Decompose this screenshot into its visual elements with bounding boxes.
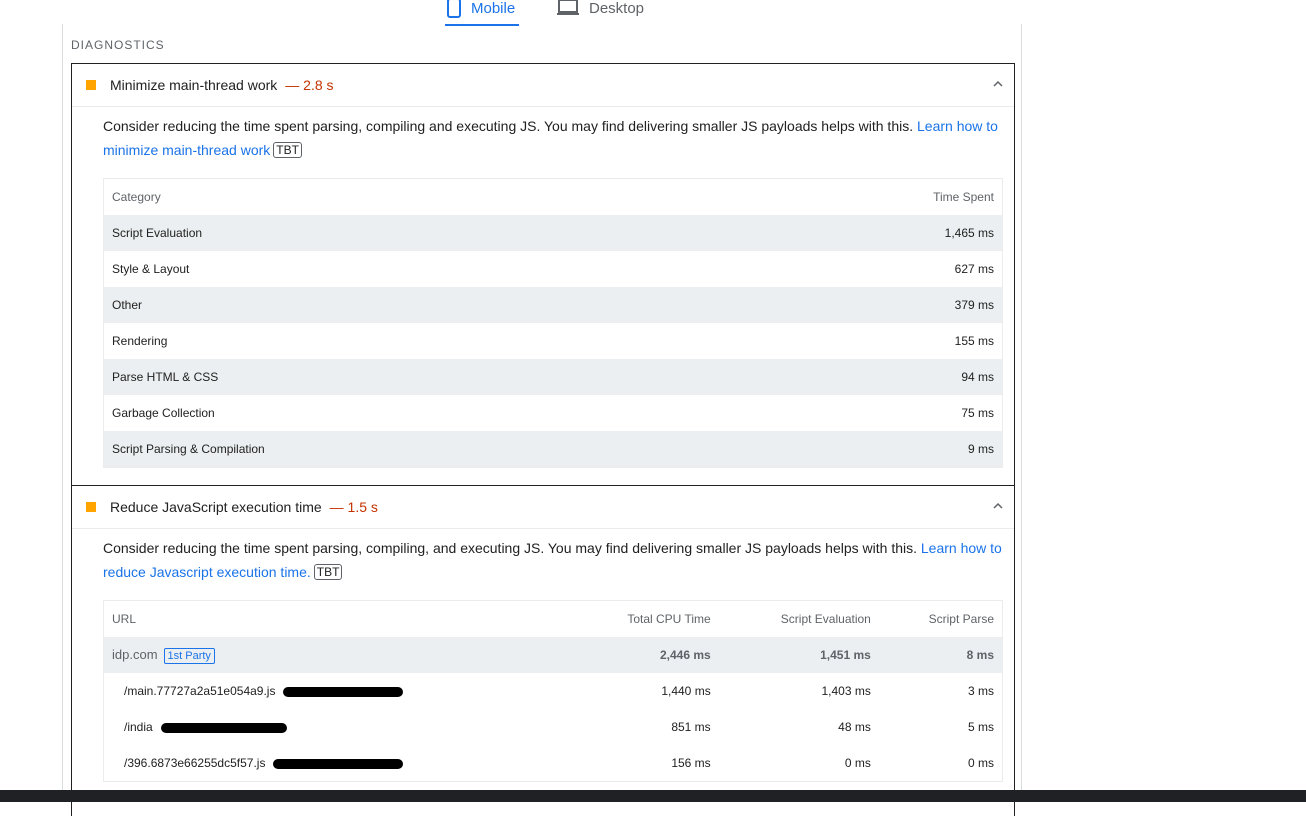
col-category: Category	[112, 190, 161, 204]
category-cell: Rendering	[112, 334, 168, 348]
parse-cell: 5 ms	[967, 720, 994, 734]
eval-cell: 48 ms	[838, 720, 871, 734]
redaction-mark	[273, 758, 404, 769]
warning-square-icon	[86, 502, 96, 512]
audit-header[interactable]: Minimize main-thread work — 2.8 s	[72, 64, 1014, 107]
cpu-cell: 156 ms	[671, 756, 711, 770]
audit-description: Consider reducing the time spent parsing…	[103, 536, 1004, 584]
cpu-cell: 851 ms	[671, 720, 711, 734]
parse-cell: 0 ms	[967, 756, 994, 770]
chevron-up-icon[interactable]	[992, 78, 1004, 90]
table-row: Rendering 155 ms	[104, 323, 1003, 359]
audit-js-execution-time: Reduce JavaScript execution time — 1.5 s…	[71, 485, 1015, 816]
table-row: /main.77727a2a51e054a9.js 1,440 ms 1,403…	[104, 673, 1003, 709]
parse-cell: 3 ms	[967, 684, 994, 698]
audit-value: — 1.5 s	[329, 499, 378, 515]
eval-cell: 1,403 ms	[821, 684, 871, 698]
phone-icon	[447, 0, 461, 18]
description-text: Consider reducing the time spent parsing…	[103, 118, 917, 134]
section-title: DIAGNOSTICS	[71, 38, 165, 52]
url-cell: /396.6873e66255dc5f57.js	[104, 745, 569, 782]
category-cell: Parse HTML & CSS	[103, 359, 721, 395]
time-cell: 379 ms	[720, 287, 1003, 323]
category-cell: Other	[103, 287, 721, 323]
metric-tag: TBT	[313, 564, 343, 580]
tab-mobile[interactable]: Mobile	[445, 0, 519, 26]
cpu-cell: 1,440 ms	[661, 684, 711, 698]
table-row: Script Parsing & Compilation 9 ms	[103, 431, 1003, 468]
tab-desktop-label: Desktop	[589, 0, 645, 17]
table-header: Category Time Spent	[104, 179, 1003, 216]
table-header: URL Total CPU Time Script Evaluation Scr…	[104, 601, 1003, 638]
col-time: Time Spent	[933, 190, 994, 204]
report-column: DIAGNOSTICS Minimize main-thread work — …	[62, 24, 1022, 816]
taskbar-strip	[0, 790, 1306, 802]
eval-cell: 0 ms	[844, 756, 871, 770]
url-link[interactable]: /main.77727a2a51e054a9.js	[124, 684, 275, 698]
table-row: Other 379 ms	[103, 287, 1003, 323]
redaction-mark	[283, 686, 404, 697]
table-row: /396.6873e66255dc5f57.js 156 ms 0 ms 0 m…	[104, 745, 1003, 782]
table-row: Script Evaluation 1,465 ms	[103, 215, 1003, 251]
url-cell: /main.77727a2a51e054a9.js	[104, 673, 569, 709]
party-badge: 1st Party	[163, 647, 215, 664]
table-row: Parse HTML & CSS 94 ms	[103, 359, 1003, 395]
group-row: idp.com 1st Party 2,446 ms 1,451 ms 8 ms	[103, 637, 1003, 673]
chevron-up-icon[interactable]	[992, 500, 1004, 512]
audit-description: Consider reducing the time spent parsing…	[103, 114, 1004, 162]
category-cell: Garbage Collection	[112, 406, 215, 420]
time-cell: 9 ms	[720, 431, 1003, 468]
group-url: idp.com	[112, 646, 158, 662]
category-cell: Style & Layout	[112, 262, 190, 276]
time-cell: 155 ms	[954, 334, 994, 348]
description-text: Consider reducing the time spent parsing…	[103, 540, 921, 556]
url-cell: /india	[104, 709, 569, 745]
url-table: URL Total CPU Time Script Evaluation Scr…	[103, 600, 1003, 782]
col-parse: Script Parse	[928, 612, 994, 626]
tab-desktop[interactable]: Desktop	[555, 0, 646, 24]
category-cell: Script Evaluation	[103, 215, 721, 251]
category-cell: Script Parsing & Compilation	[103, 431, 721, 468]
table-row: Style & Layout 627 ms	[104, 251, 1003, 287]
audit-value: — 2.8 s	[285, 77, 334, 93]
url-link[interactable]: /india	[124, 720, 153, 734]
col-eval: Script Evaluation	[780, 612, 871, 626]
redaction-mark	[160, 722, 287, 733]
warning-square-icon	[86, 80, 96, 90]
tab-mobile-label: Mobile	[471, 0, 516, 17]
parse-cell: 8 ms	[878, 637, 1003, 673]
device-tabs: Mobile Desktop	[445, 0, 646, 26]
time-cell: 1,465 ms	[720, 215, 1003, 251]
eval-cell: 1,451 ms	[718, 637, 879, 673]
audit-title: Reduce JavaScript execution time	[110, 499, 322, 515]
time-cell: 94 ms	[720, 359, 1003, 395]
url-link[interactable]: /396.6873e66255dc5f57.js	[124, 756, 265, 770]
cpu-cell: 2,446 ms	[568, 637, 719, 673]
audit-header[interactable]: Reduce JavaScript execution time — 1.5 s	[72, 486, 1014, 529]
audit-main-thread-work: Minimize main-thread work — 2.8 s Consid…	[71, 63, 1015, 486]
col-url: URL	[112, 612, 137, 626]
audit-title: Minimize main-thread work	[110, 77, 278, 93]
table-row: Garbage Collection 75 ms	[104, 395, 1003, 431]
col-cpu: Total CPU Time	[627, 612, 711, 626]
group-url-cell: idp.com 1st Party	[103, 637, 569, 673]
metric-tag: TBT	[273, 142, 302, 158]
table-row: /india 851 ms 48 ms 5 ms	[104, 709, 1003, 745]
time-cell: 627 ms	[954, 262, 994, 276]
time-cell: 75 ms	[961, 406, 994, 420]
category-table: Category Time Spent Script Evaluation 1,4…	[103, 178, 1003, 468]
laptop-icon	[557, 0, 579, 15]
